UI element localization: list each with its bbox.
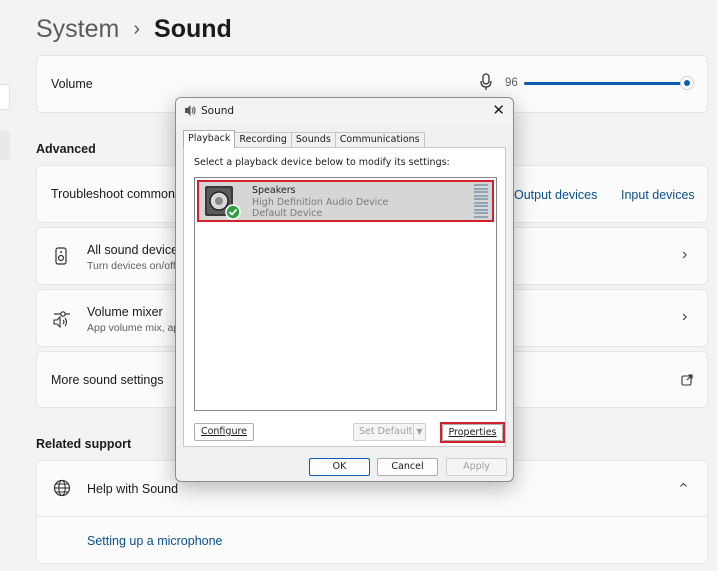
tab-playback[interactable]: Playback bbox=[183, 130, 236, 148]
sound-icon bbox=[184, 104, 196, 120]
breadcrumb: System › Sound bbox=[36, 12, 232, 46]
dialog-titlebar[interactable]: Sound ✕ bbox=[176, 98, 513, 124]
tab-recording[interactable]: Recording bbox=[234, 132, 292, 148]
volume-label: Volume bbox=[51, 77, 93, 91]
playback-panel: Select a playback device below to modify… bbox=[183, 147, 506, 447]
more-sound-settings-label: More sound settings bbox=[51, 373, 164, 387]
apply-label: Apply bbox=[463, 461, 490, 472]
set-default-label: Set Default bbox=[359, 426, 413, 437]
device-item-speakers[interactable]: Speakers High Definition Audio Device De… bbox=[197, 180, 494, 222]
set-default-button[interactable]: Set Default ▼ bbox=[353, 423, 426, 441]
volume-slider-fill bbox=[524, 82, 688, 85]
setting-up-microphone-link[interactable]: Setting up a microphone bbox=[87, 534, 223, 548]
volume-mixer-icon bbox=[53, 309, 71, 334]
globe-help-icon bbox=[53, 479, 71, 502]
dialog-tabs: Playback Recording Sounds Communications bbox=[183, 130, 425, 148]
volume-slider[interactable] bbox=[524, 76, 695, 90]
cancel-label: Cancel bbox=[391, 461, 424, 472]
chevron-right-icon[interactable]: › bbox=[682, 308, 687, 326]
cancel-button[interactable]: Cancel bbox=[377, 458, 438, 476]
all-sound-devices-title: All sound devices bbox=[87, 243, 185, 257]
chevron-right-icon: › bbox=[133, 17, 141, 40]
configure-button[interactable]: Configure bbox=[194, 423, 254, 441]
microphone-icon[interactable] bbox=[480, 73, 492, 96]
tab-communications[interactable]: Communications bbox=[334, 132, 425, 148]
troubleshoot-label: Troubleshoot common s bbox=[51, 187, 185, 201]
apply-button[interactable]: Apply bbox=[446, 458, 507, 476]
audio-level-meter bbox=[474, 184, 488, 218]
volume-value: 96 bbox=[505, 77, 518, 89]
volume-mixer-subtitle: App volume mix, ap bbox=[87, 322, 180, 334]
tab-sounds[interactable]: Sounds bbox=[290, 132, 336, 148]
instruction-text: Select a playback device below to modify… bbox=[194, 157, 450, 168]
all-sound-devices-subtitle: Turn devices on/off bbox=[87, 260, 176, 272]
ok-button[interactable]: OK bbox=[309, 458, 370, 476]
output-devices-link[interactable]: Output devices bbox=[514, 188, 597, 202]
ok-label: OK bbox=[332, 461, 347, 472]
chevron-down-icon[interactable]: ▼ bbox=[413, 424, 425, 440]
advanced-section-title: Advanced bbox=[36, 142, 96, 156]
input-devices-link[interactable]: Input devices bbox=[621, 188, 695, 202]
breadcrumb-system[interactable]: System bbox=[36, 15, 119, 44]
nav-pane-selected-edge bbox=[0, 130, 10, 160]
device-list[interactable]: Speakers High Definition Audio Device De… bbox=[194, 177, 497, 411]
page-title: Sound bbox=[154, 14, 232, 43]
device-description: High Definition Audio Device bbox=[252, 197, 389, 208]
chevron-right-icon[interactable]: › bbox=[682, 246, 687, 264]
divider bbox=[37, 516, 707, 517]
speaker-device-icon bbox=[203, 184, 245, 223]
chevron-up-icon[interactable]: › bbox=[675, 482, 693, 487]
configure-label: Configure bbox=[200, 426, 248, 437]
volume-mixer-title: Volume mixer bbox=[87, 305, 163, 319]
speaker-device-icon bbox=[55, 247, 67, 270]
device-name: Speakers bbox=[252, 185, 296, 196]
properties-label: Properties bbox=[448, 427, 497, 438]
related-support-title: Related support bbox=[36, 437, 132, 451]
properties-button[interactable]: Properties bbox=[442, 424, 503, 441]
device-status: Default Device bbox=[252, 208, 323, 219]
nav-pane-edge bbox=[0, 84, 10, 110]
properties-highlight: Properties bbox=[440, 422, 505, 443]
sound-dialog: Sound ✕ Playback Recording Sounds Commun… bbox=[175, 97, 514, 482]
checkmark-badge-icon bbox=[225, 204, 241, 220]
dialog-title: Sound bbox=[201, 105, 235, 117]
close-icon[interactable]: ✕ bbox=[492, 101, 505, 119]
open-external-icon[interactable] bbox=[681, 373, 693, 391]
help-with-sound-label[interactable]: Help with Sound bbox=[87, 482, 178, 496]
